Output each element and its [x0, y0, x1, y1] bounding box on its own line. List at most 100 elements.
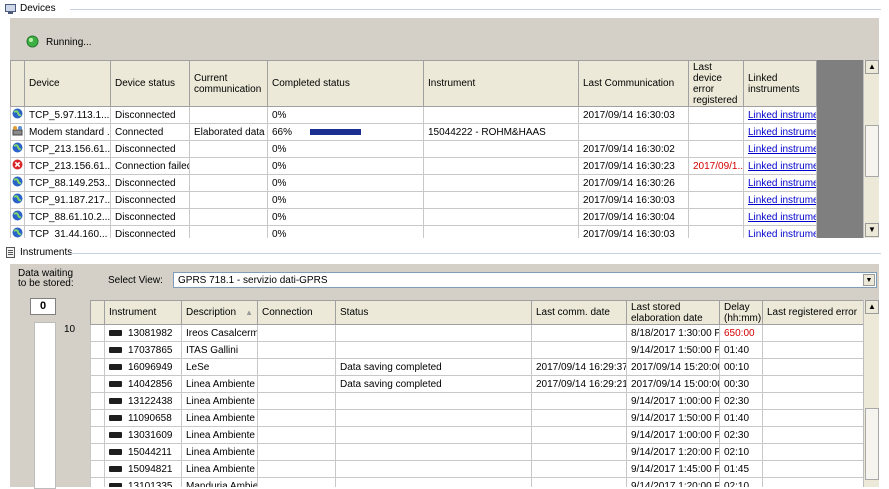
instrument-row[interactable]: 13031609 Linea Ambiente P... 9/14/2017 1:0… [90, 426, 864, 444]
instrument-row[interactable]: 11090658 Linea Ambiente ... 9/14/2017 1:50… [90, 409, 864, 427]
col-delay[interactable]: Delay (hh:mm) [719, 300, 763, 325]
select-view-dropdown[interactable]: GPRS 718.1 - servizio dati-GPRS ▼ [173, 272, 877, 288]
linked-instruments-link[interactable]: Linked instruments [748, 195, 816, 206]
col-current-communication[interactable]: Current communication [189, 60, 268, 107]
scroll-up-icon[interactable]: ▲ [865, 300, 879, 314]
instrument-device-icon [109, 448, 122, 455]
device-row[interactable]: TCP_88.61.10.2... Disconnected 0% 2017/09/1… [10, 208, 817, 226]
linked-instruments-cell: Linked instruments [743, 106, 817, 124]
devices-grid[interactable]: Device Device status Current communicati… [10, 60, 879, 238]
instrument-last-error [762, 324, 864, 342]
instrument-row[interactable]: 13101335 Manduria Ambiente 9/14/2017 1:20:… [90, 477, 864, 487]
instrument-id: 14042856 [128, 378, 173, 390]
col-status[interactable]: Status [335, 300, 532, 325]
device-row[interactable]: TCP_31.44.160... Disconnected 0% 2017/09/14… [10, 225, 817, 239]
last-communication: 2017/09/14 16:30:03 [578, 225, 689, 238]
device-row[interactable]: TCP_213.156.61... Disconnected 0% 2017/09/1… [10, 140, 817, 158]
instrument-row[interactable]: 17037865 ITAS Gallini 9/14/2017 1:50:00 PM… [90, 341, 864, 359]
col-device[interactable]: Device [24, 60, 111, 107]
error-icon [10, 157, 25, 175]
instrument-connection [257, 375, 336, 393]
devices-header-row: Device Device status Current communicati… [10, 60, 817, 107]
instrument-last-stored: 9/14/2017 1:20:00 PM [626, 443, 720, 461]
instrument-last-comm [531, 409, 627, 427]
devices-panel: Running... Device Device status Current … [10, 18, 879, 238]
col-description[interactable]: Description ▲ [181, 300, 258, 325]
row-header[interactable] [90, 409, 105, 427]
devices-divider [70, 9, 881, 10]
row-header[interactable] [90, 443, 105, 461]
instrument-last-stored: 9/14/2017 1:45:00 PM [626, 460, 720, 478]
instrument-status [335, 477, 532, 487]
device-row[interactable]: TCP_91.187.217... Disconnected 0% 2017/09/1… [10, 191, 817, 209]
running-status-label: Running... [46, 37, 92, 48]
col-last-stored-elaboration[interactable]: Last stored elaboration date [626, 300, 720, 325]
device-instrument [423, 106, 579, 124]
row-header[interactable] [90, 341, 105, 359]
instrument-device-icon [109, 363, 122, 370]
devices-scrollbar[interactable]: ▲ ▼ [863, 60, 879, 238]
device-row[interactable]: TCP_5.97.113.1... Disconnected 0% 2017/09/1… [10, 106, 817, 124]
row-header[interactable] [90, 392, 105, 410]
device-row[interactable]: Modem standard ... Connected Elaborated da… [10, 123, 817, 141]
instrument-row[interactable]: 16096949 LeSe Data saving completed 2017/09… [90, 358, 864, 376]
instrument-id-cell: 17037865 [104, 341, 182, 359]
linked-instruments-link[interactable]: Linked instruments [748, 127, 816, 138]
linked-instruments-link[interactable]: Linked instruments [748, 110, 816, 121]
instrument-last-stored: 9/14/2017 1:20:00 PM [626, 477, 720, 487]
instruments-scroll-thumb[interactable] [865, 408, 879, 480]
linked-instruments-link[interactable]: Linked instruments [748, 229, 816, 239]
instrument-status [335, 409, 532, 427]
instrument-row[interactable]: 15094821 Linea Ambiente ... 9/14/2017 1:45… [90, 460, 864, 478]
col-device-status[interactable]: Device status [110, 60, 190, 107]
instrument-last-error [762, 358, 864, 376]
col-last-device-error[interactable]: Last device error registered [688, 60, 744, 107]
instrument-id-cell: 13081982 [104, 324, 182, 342]
last-device-error [688, 140, 744, 158]
col-connection[interactable]: Connection [257, 300, 336, 325]
completed-percent: 66% [272, 126, 293, 138]
row-header[interactable] [90, 477, 105, 487]
instruments-scrollbar[interactable]: ▲ [863, 300, 879, 487]
data-waiting-label: Data waiting to be stored: [18, 268, 74, 289]
instrument-row[interactable]: 15044211 Linea Ambiente ... 9/14/2017 1:20… [90, 443, 864, 461]
last-device-error [688, 191, 744, 209]
instrument-row[interactable]: 13122438 Linea Ambiente C... 9/14/2017 1:0… [90, 392, 864, 410]
scroll-down-icon[interactable]: ▼ [865, 223, 879, 237]
globe-icon [10, 140, 25, 158]
row-header[interactable] [90, 358, 105, 376]
scroll-up-icon[interactable]: ▲ [865, 60, 879, 74]
instruments-grid[interactable]: Instrument Description ▲ Connection Statu… [90, 300, 879, 487]
col-last-comm-date[interactable]: Last comm. date [531, 300, 627, 325]
col-last-registered-error[interactable]: Last registered error [762, 300, 864, 325]
col-linked-instruments[interactable]: Linked instruments [743, 60, 817, 107]
row-header[interactable] [90, 375, 105, 393]
instrument-device-icon [109, 329, 122, 336]
last-communication: 2017/09/14 16:30:02 [578, 140, 689, 158]
row-header[interactable] [90, 324, 105, 342]
linked-instruments-cell: Linked instruments [743, 174, 817, 192]
linked-instruments-link[interactable]: Linked instruments [748, 178, 816, 189]
linked-instruments-link[interactable]: Linked instruments [748, 144, 816, 155]
instrument-row[interactable]: 13081982 Ireos Casalcermelli 8/18/2017 1:3… [90, 324, 864, 342]
col-instrument[interactable]: Instrument [423, 60, 579, 107]
device-status: Disconnected [110, 140, 190, 158]
device-row[interactable]: TCP_88.149.253... Disconnected 0% 2017/09/1… [10, 174, 817, 192]
devices-scroll-thumb[interactable] [865, 125, 879, 177]
linked-instruments-link[interactable]: Linked instruments [748, 212, 816, 223]
device-row[interactable]: TCP_213.156.61... Connection failed 0% 2017… [10, 157, 817, 175]
linked-instruments-link[interactable]: Linked instruments [748, 161, 816, 172]
instrument-connection [257, 460, 336, 478]
device-name: TCP_88.149.253... [24, 174, 111, 192]
instrument-last-comm [531, 477, 627, 487]
instruments-panel: Data waiting to be stored: 0 10 Select V… [10, 264, 879, 489]
row-header[interactable] [90, 426, 105, 444]
row-header[interactable] [90, 460, 105, 478]
col-last-communication[interactable]: Last Communication [578, 60, 689, 107]
col-instrument[interactable]: Instrument [104, 300, 182, 325]
completed-percent: 0% [272, 177, 287, 189]
instrument-delay: 02:10 [719, 477, 763, 487]
instrument-row[interactable]: 14042856 Linea Ambiente C... Data saving c… [90, 375, 864, 393]
chevron-down-icon[interactable]: ▼ [863, 274, 875, 286]
col-completed-status[interactable]: Completed status [267, 60, 424, 107]
